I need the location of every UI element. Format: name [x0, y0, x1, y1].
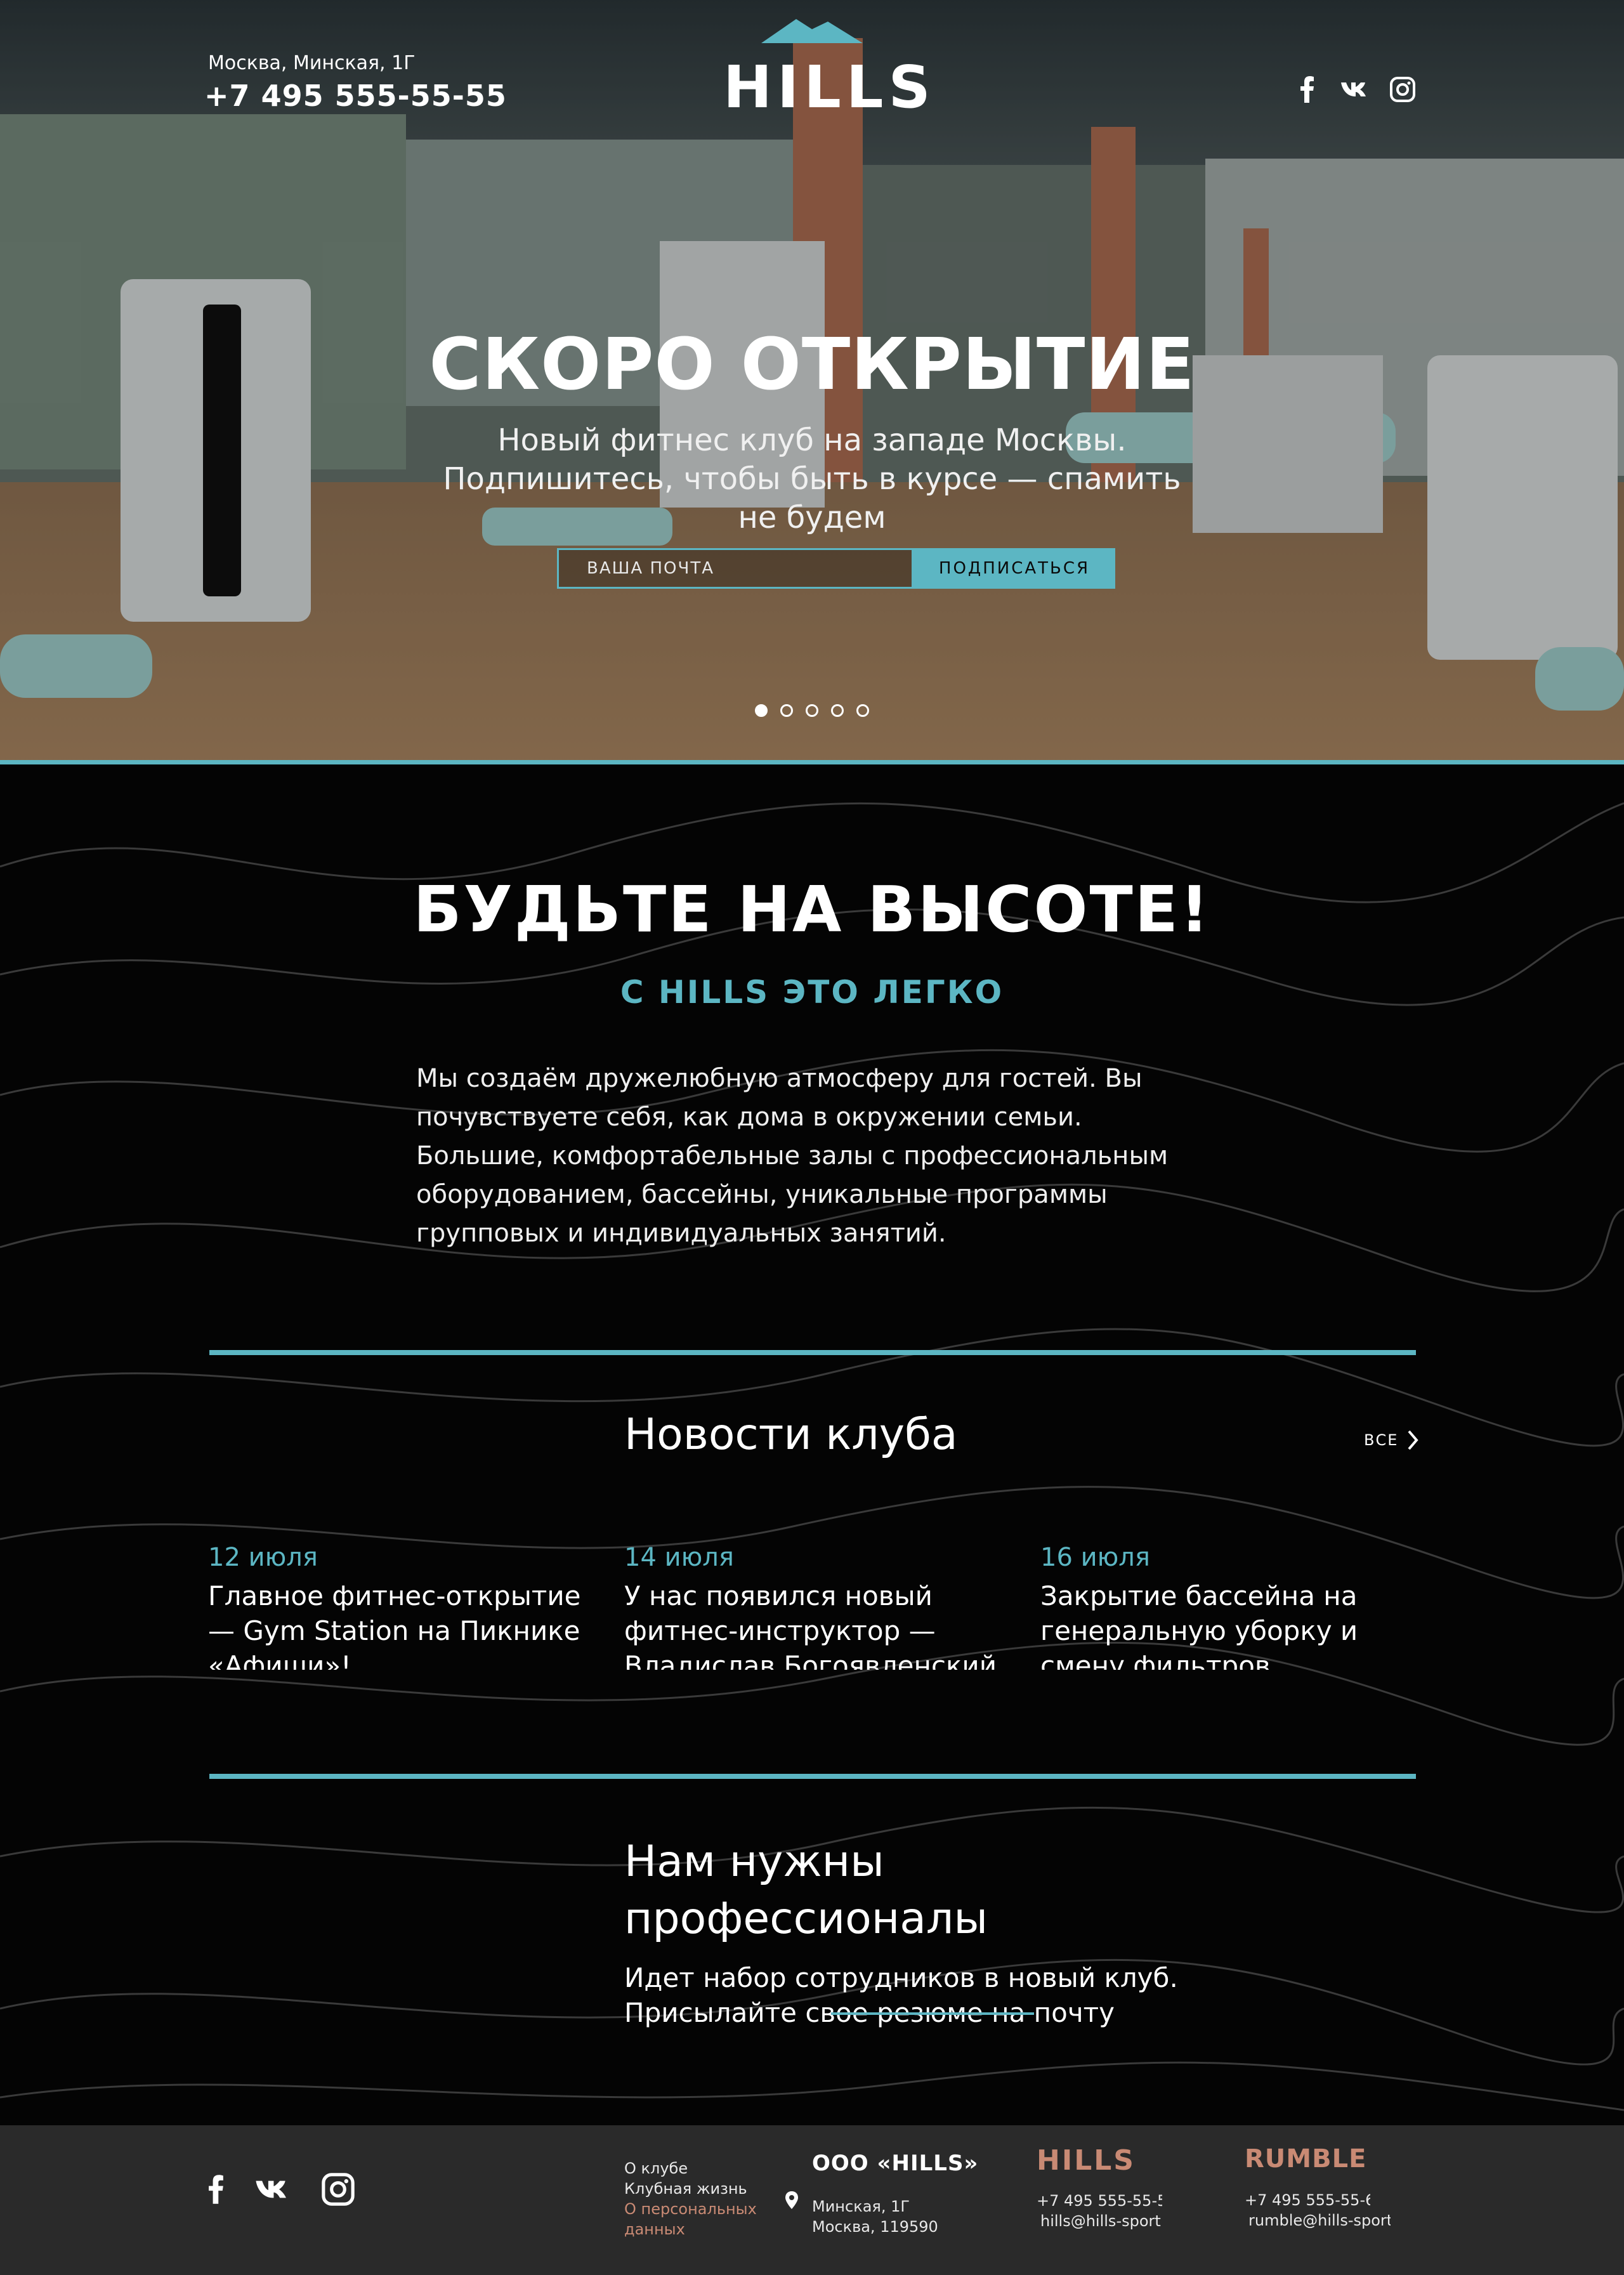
- location-pin-icon: [785, 2191, 798, 2209]
- hero-title: СКОРО ОТКРЫТИЕ: [429, 324, 1195, 406]
- news-title: Новости клуба: [624, 1410, 958, 1460]
- news-divider: [209, 1350, 1416, 1355]
- subscribe-button[interactable]: ПОДПИСАТЬСЯ: [914, 548, 1115, 589]
- vk-icon[interactable]: [252, 2170, 292, 2209]
- footer-link-personal-data[interactable]: О персональных данных: [624, 2199, 764, 2239]
- news-date: 16 июля: [1040, 1543, 1150, 1572]
- about-text: Мы создаём дружелюбную атмосферу для гос…: [416, 1064, 1169, 1248]
- slider-dot-2[interactable]: [780, 704, 793, 717]
- site-logo[interactable]: HILLS: [723, 18, 931, 121]
- jobs-title: Нам нужны профессионалы: [624, 1837, 988, 1944]
- news-date: 12 июля: [208, 1543, 318, 1572]
- jobs-text: Идет набор сотрудников в новый клуб. При…: [624, 1962, 1178, 2028]
- facebook-icon[interactable]: [200, 2170, 232, 2209]
- vk-icon[interactable]: [1339, 75, 1370, 104]
- brand-rumble-email: rumble@hills-sport.ru: [1248, 2212, 1391, 2229]
- news-date: 14 июля: [624, 1543, 734, 1572]
- phone-link[interactable]: +7 495 555-55-55: [204, 79, 507, 113]
- facebook-icon[interactable]: [1292, 75, 1323, 104]
- club-address: Москва, Минская, 1Г: [208, 52, 416, 74]
- hero-banner: Москва, Минская, 1Г +7 495 555-55-55 HIL…: [0, 0, 1624, 764]
- footer-brand-rumble[interactable]: RUMBLE +7 495 555-55-66 rumble@hills-spo…: [1245, 2144, 1410, 2231]
- jobs-email-underline: [831, 2012, 1034, 2015]
- slider-dots: [755, 704, 875, 718]
- brand-hills-email: hills@hills-sport.ru: [1040, 2212, 1162, 2230]
- logo-text: HILLS: [723, 53, 936, 121]
- brand-rumble-name: RUMBLE: [1245, 2144, 1367, 2173]
- news-text: Закрытие бассейна на генеральную уборку …: [1040, 1580, 1358, 1670]
- company-name: ООО «HILLS»: [812, 2151, 979, 2176]
- chevron-right-icon: [1408, 1430, 1419, 1450]
- hero-subtitle: Новый фитнес клуб на западе Москвы. Подп…: [443, 423, 1181, 535]
- news-text: Главное фитнес-открытие — Gym Station на…: [208, 1580, 581, 1670]
- instagram-icon[interactable]: [1387, 75, 1418, 104]
- footer-brand-hills[interactable]: HILLS +7 495 555-55-55 hills@hills-sport…: [1037, 2144, 1202, 2231]
- footer-company: ООО «HILLS» Минская, 1Г Москва, 119590: [812, 2151, 979, 2236]
- company-address-text: Минская, 1Г Москва, 119590: [812, 2196, 938, 2237]
- slider-dot-1[interactable]: [755, 704, 768, 717]
- news-item[interactable]: 14 июля У нас появился новый фитнес-инст…: [624, 1543, 1005, 1670]
- footer: О клубе Клубная жизнь О персональных дан…: [0, 2125, 1624, 2275]
- brand-rumble-phone: +7 495 555-55-66: [1245, 2191, 1370, 2209]
- slider-dot-4[interactable]: [831, 704, 844, 717]
- news-item[interactable]: 12 июля Главное фитнес-открытие — Gym St…: [208, 1543, 589, 1670]
- section-subtitle: С HILLS ЭТО ЛЕГКО: [620, 974, 1004, 1011]
- brand-hills-name: HILLS: [1037, 2144, 1136, 2177]
- news-all-link[interactable]: ВСЕ: [1364, 1427, 1427, 1453]
- news-all-label: ВСЕ: [1364, 1431, 1399, 1449]
- instagram-icon[interactable]: [318, 2170, 358, 2209]
- news-item[interactable]: 16 июля Закрытие бассейна на генеральную…: [1040, 1543, 1421, 1670]
- hero-accent-line: [0, 760, 1624, 764]
- slider-dot-3[interactable]: [806, 704, 818, 717]
- news-text: У нас появился новый фитнес-инструктор —…: [624, 1580, 997, 1670]
- address-line-1: Минская, 1Г: [812, 2198, 910, 2215]
- subscribe-form: ПОДПИСАТЬСЯ: [557, 548, 1115, 589]
- slider-dot-5[interactable]: [856, 704, 869, 717]
- jobs-divider: [209, 1774, 1416, 1779]
- address-line-2: Москва, 119590: [812, 2218, 938, 2236]
- footer-nav: О клубе Клубная жизнь О персональных дан…: [624, 2158, 764, 2239]
- brand-hills-phone: +7 495 555-55-55: [1037, 2192, 1162, 2210]
- mountain-logo-icon: [761, 19, 863, 43]
- email-input[interactable]: [557, 548, 914, 589]
- section-title: БУДЬТЕ НА ВЫСОТЕ!: [413, 872, 1211, 947]
- footer-link-club-life[interactable]: Клубная жизнь: [624, 2179, 764, 2199]
- footer-link-about[interactable]: О клубе: [624, 2158, 764, 2179]
